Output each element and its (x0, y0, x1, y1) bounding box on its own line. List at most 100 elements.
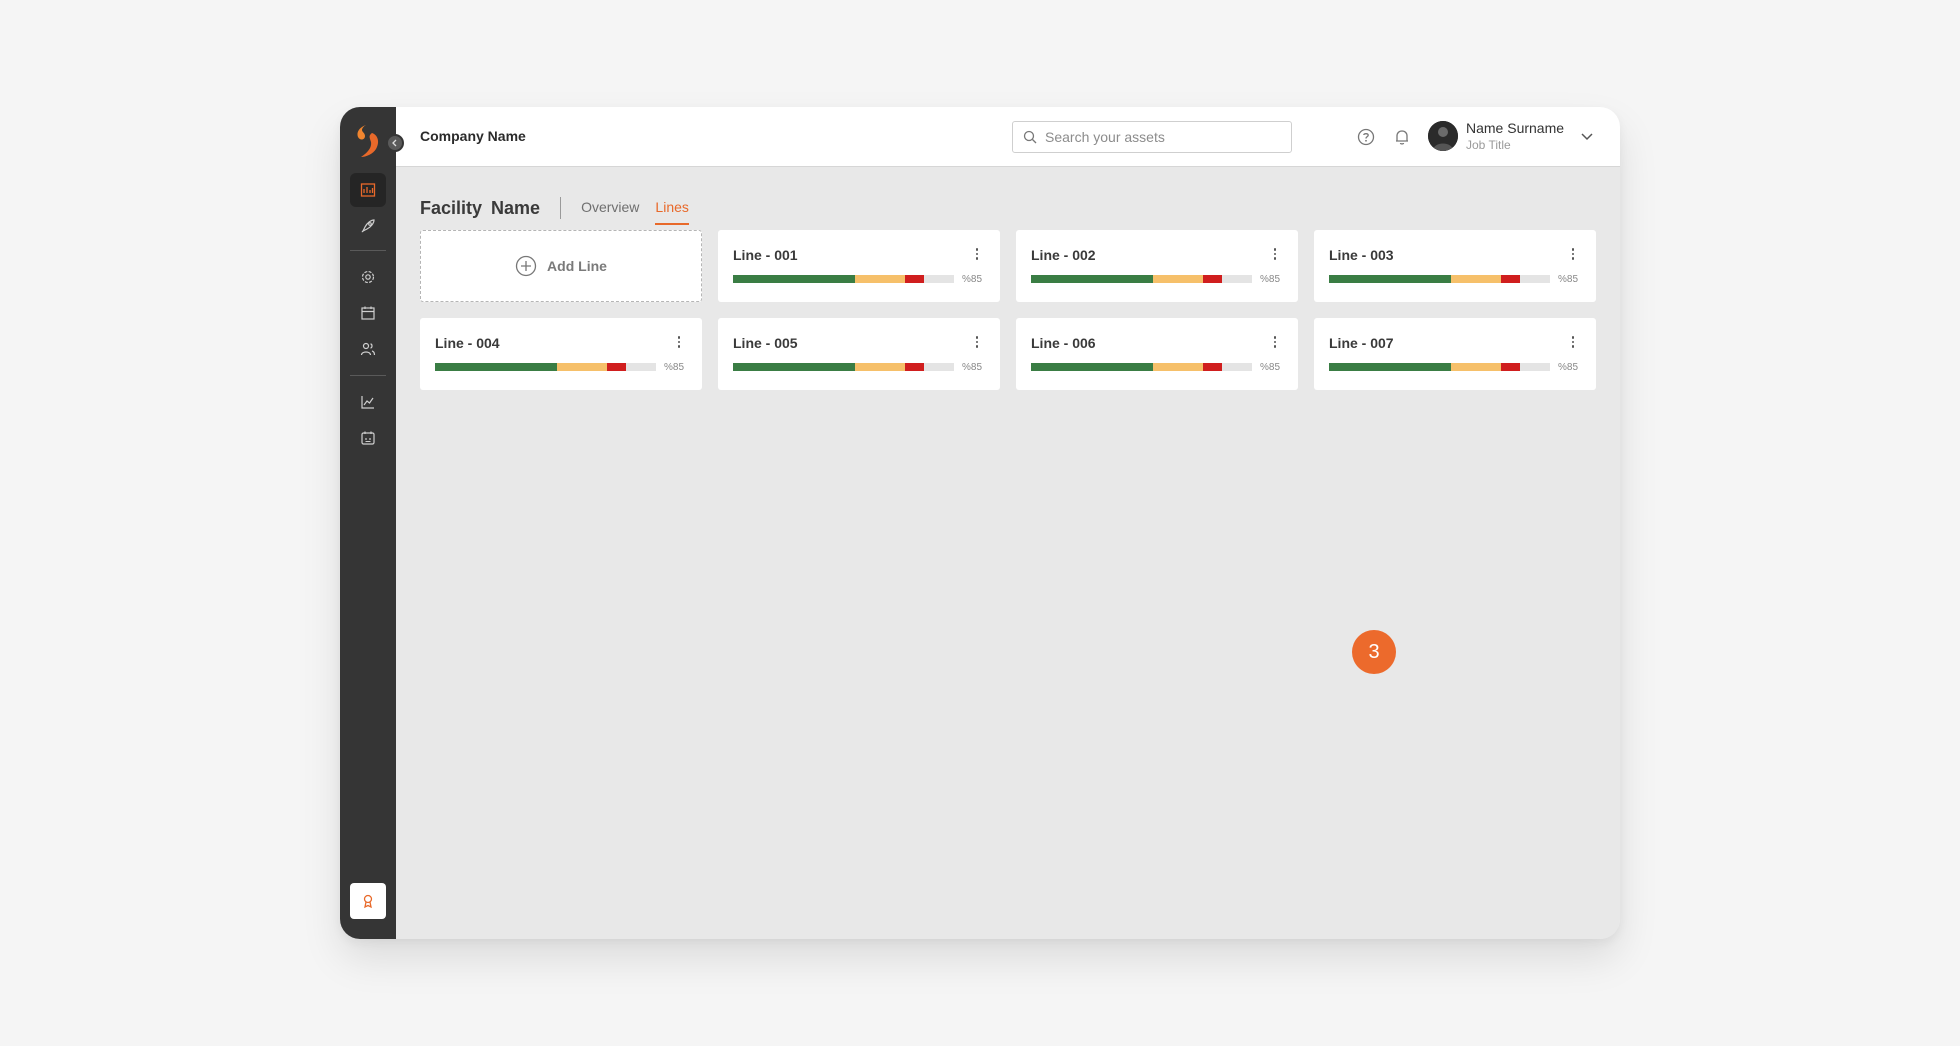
status-bar (733, 275, 954, 283)
sidebar-item-facility[interactable] (350, 173, 386, 207)
status-segment-warning (1152, 275, 1204, 283)
status-segment-warning (1450, 363, 1502, 371)
status-bar (733, 363, 954, 371)
settings-gear-icon (361, 270, 375, 284)
status-segment-warning (556, 363, 608, 371)
brand-logo-icon[interactable] (352, 123, 384, 159)
line-card[interactable]: Line - 001 %85 (718, 230, 1000, 302)
page-title: Facility Name (420, 197, 541, 218)
schedule-icon (361, 431, 375, 445)
sidebar (340, 107, 404, 939)
user-name[interactable]: Name Surname (1466, 120, 1564, 136)
search-icon (1023, 130, 1037, 144)
users-icon (360, 342, 376, 356)
status-segment-critical (607, 363, 627, 371)
notifications-button[interactable] (1392, 127, 1412, 147)
status-segment-good (733, 275, 855, 283)
rocket-icon (361, 219, 375, 233)
avatar[interactable] (1428, 121, 1458, 151)
add-line-label: Add Line (547, 258, 607, 274)
sidebar-divider (350, 250, 386, 251)
line-percent: %85 (1260, 362, 1281, 373)
chart-icon (361, 396, 374, 409)
line-name: Line - 007 (1329, 335, 1394, 351)
status-segment-critical (1203, 275, 1223, 283)
help-icon (1357, 128, 1375, 146)
top-bar: Company Name Search your assets Name Sur… (396, 107, 1620, 167)
status-segment-good (1329, 363, 1451, 371)
status-bar (1329, 275, 1550, 283)
plus-circle-icon (515, 255, 537, 277)
search-box[interactable] (1012, 121, 1292, 153)
status-segment-critical (1501, 363, 1521, 371)
status-segment-critical (1501, 275, 1521, 283)
sidebar-divider (350, 375, 386, 376)
more-options-icon[interactable] (1570, 336, 1576, 352)
tab-lines[interactable]: Lines (655, 199, 689, 225)
line-card[interactable]: Line - 007 %85 (1314, 318, 1596, 390)
status-segment-good (1031, 275, 1153, 283)
award-icon (363, 894, 373, 909)
status-segment-good (1031, 363, 1153, 371)
help-button[interactable] (1356, 127, 1376, 147)
line-name: Line - 001 (733, 247, 798, 263)
more-options-icon[interactable] (676, 336, 682, 352)
calendar-icon (361, 306, 375, 320)
status-segment-critical (1203, 363, 1223, 371)
sidebar-item-settings[interactable] (350, 260, 386, 294)
line-name: Line - 006 (1031, 335, 1096, 351)
header-divider (560, 197, 562, 219)
line-card[interactable]: Line - 005 %85 (718, 318, 1000, 390)
line-card[interactable]: Line - 004 %85 (420, 318, 702, 390)
status-segment-warning (1450, 275, 1502, 283)
status-segment-warning (1152, 363, 1204, 371)
line-name: Line - 002 (1031, 247, 1096, 263)
main-content: Company Name Search your assets Name Sur… (396, 107, 1620, 939)
status-bar (1329, 363, 1550, 371)
line-percent: %85 (1558, 274, 1579, 285)
user-menu-chevron[interactable] (1580, 129, 1594, 143)
search-input[interactable] (1045, 129, 1275, 145)
status-bar (1031, 363, 1252, 371)
line-percent: %85 (664, 362, 685, 373)
factory-icon (360, 183, 376, 197)
line-percent: %85 (1260, 274, 1281, 285)
app-window: Company Name Search your assets Name Sur… (340, 107, 1620, 939)
status-bar (1031, 275, 1252, 283)
status-segment-critical (905, 275, 925, 283)
sidebar-item-calendar[interactable] (350, 296, 386, 330)
sidebar-item-analytics[interactable] (350, 385, 386, 419)
status-segment-good (1329, 275, 1451, 283)
chevron-down-icon (1581, 133, 1593, 141)
line-card[interactable]: Line - 003 %85 (1314, 230, 1596, 302)
lines-grid: Add Line Line - 001 %85 Line - 002 %85 Line … (420, 230, 1596, 390)
line-name: Line - 005 (733, 335, 798, 351)
sidebar-collapse-button[interactable] (386, 134, 404, 152)
line-card[interactable]: Line - 002 %85 (1016, 230, 1298, 302)
status-segment-critical (905, 363, 925, 371)
line-percent: %85 (1558, 362, 1579, 373)
sidebar-item-launch[interactable] (350, 209, 386, 243)
line-name: Line - 003 (1329, 247, 1394, 263)
line-card[interactable]: Line - 006 %85 (1016, 318, 1298, 390)
more-options-icon[interactable] (1272, 248, 1278, 264)
tab-overview[interactable]: Overview (581, 199, 639, 225)
more-options-icon[interactable] (974, 336, 980, 352)
line-percent: %85 (962, 362, 983, 373)
add-line-button[interactable]: Add Line (420, 230, 702, 302)
line-name: Line - 004 (435, 335, 500, 351)
status-segment-good (435, 363, 557, 371)
line-percent: %85 (962, 274, 983, 285)
more-options-icon[interactable] (1570, 248, 1576, 264)
page-header: Facility Name Overview Lines (420, 191, 705, 225)
status-segment-warning (854, 363, 906, 371)
sidebar-item-schedule[interactable] (350, 421, 386, 455)
more-options-icon[interactable] (1272, 336, 1278, 352)
step-badge: 3 (1352, 630, 1396, 674)
company-name: Company Name (420, 128, 526, 144)
award-button[interactable] (350, 883, 386, 919)
bell-icon (1396, 130, 1408, 145)
status-bar (435, 363, 656, 371)
more-options-icon[interactable] (974, 248, 980, 264)
sidebar-item-users[interactable] (350, 332, 386, 366)
